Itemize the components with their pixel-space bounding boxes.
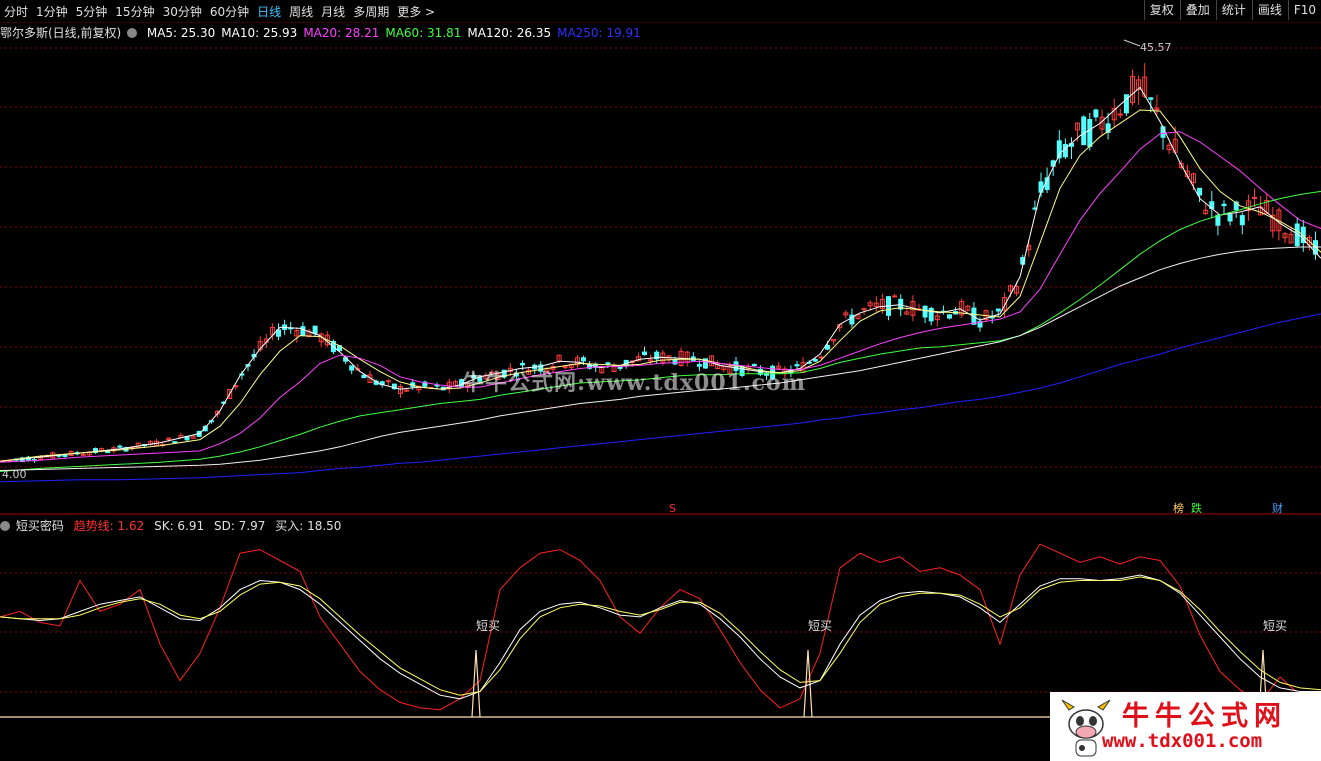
high-label: 45.57 xyxy=(1140,41,1172,54)
event-bang-marker[interactable]: 榜 xyxy=(1173,501,1184,515)
indicator-line-2 xyxy=(0,576,1321,696)
center-watermark: 牛牛公式网:www.tdx001.com xyxy=(462,370,806,396)
candle-body-203 xyxy=(1239,215,1245,226)
candle-body-110 xyxy=(672,359,678,365)
candle-body-59 xyxy=(361,374,367,379)
candle-body-13 xyxy=(80,453,86,456)
candle-body-188 xyxy=(1148,97,1154,100)
short-buy-label-3: 短买 xyxy=(1263,619,1287,633)
logo-url: www.tdx001.com xyxy=(1102,730,1263,752)
candle-body-178 xyxy=(1087,119,1093,147)
candle-body-174 xyxy=(1062,143,1068,158)
buy-spike-1 xyxy=(471,649,481,718)
short-buy-label-1: 短买 xyxy=(476,619,500,633)
ma-line-MA20 xyxy=(0,131,1321,463)
event-die-marker[interactable]: 跌 xyxy=(1191,501,1202,515)
candle-body-133 xyxy=(812,359,818,362)
short-buy-label-2: 短买 xyxy=(808,619,832,633)
site-logo: 牛牛公式网 www.tdx001.com xyxy=(1050,692,1321,761)
candle-body-146 xyxy=(892,295,898,298)
candle-body-151 xyxy=(922,305,928,318)
high-marker xyxy=(1123,39,1141,47)
candle-body-105 xyxy=(642,351,647,355)
candle-body-155 xyxy=(947,314,952,319)
candle-body-19 xyxy=(117,445,123,448)
candle-body-135 xyxy=(825,344,830,350)
candle-body-95 xyxy=(581,357,586,362)
candle-body-10 xyxy=(62,454,68,457)
candle-body-57 xyxy=(349,365,355,371)
candle-body-66 xyxy=(404,389,410,392)
ma-line-MA10 xyxy=(0,109,1321,462)
indicator-line-0 xyxy=(0,543,1321,711)
low-label: 4.00 xyxy=(2,468,27,481)
candle-body-179 xyxy=(1093,109,1099,118)
logo-title: 牛牛公式网 xyxy=(1122,701,1287,732)
candle-body-163 xyxy=(995,308,1001,312)
chart-labels: 45.57 4.00 S 榜 跌 财 短买 短买 短买 xyxy=(2,39,1287,633)
candle-body-152 xyxy=(928,307,934,322)
event-s-marker[interactable]: S xyxy=(669,502,676,515)
event-cai-marker[interactable]: 财 xyxy=(1272,501,1283,515)
indicator-line-1 xyxy=(0,574,1321,700)
ma-lines xyxy=(0,86,1321,483)
candle-body-170 xyxy=(1038,181,1044,193)
candle-body-49 xyxy=(300,326,306,336)
candle-body-51 xyxy=(312,325,318,335)
candle-body-28 xyxy=(172,441,178,444)
candle-body-199 xyxy=(1215,214,1221,226)
ma-line-MA60 xyxy=(0,190,1321,472)
candle-body-141 xyxy=(861,308,867,311)
candle-body-200 xyxy=(1221,203,1227,207)
ma-line-MA5 xyxy=(0,86,1321,462)
candle-body-99 xyxy=(605,362,611,365)
candle-body-196 xyxy=(1197,187,1203,196)
candle-body-183 xyxy=(1117,113,1123,116)
candle-body-177 xyxy=(1081,116,1087,146)
candle-body-17 xyxy=(105,451,111,454)
candle-body-201 xyxy=(1227,214,1233,222)
candle-body-63 xyxy=(385,380,391,383)
ma-line-MA250 xyxy=(0,313,1321,483)
